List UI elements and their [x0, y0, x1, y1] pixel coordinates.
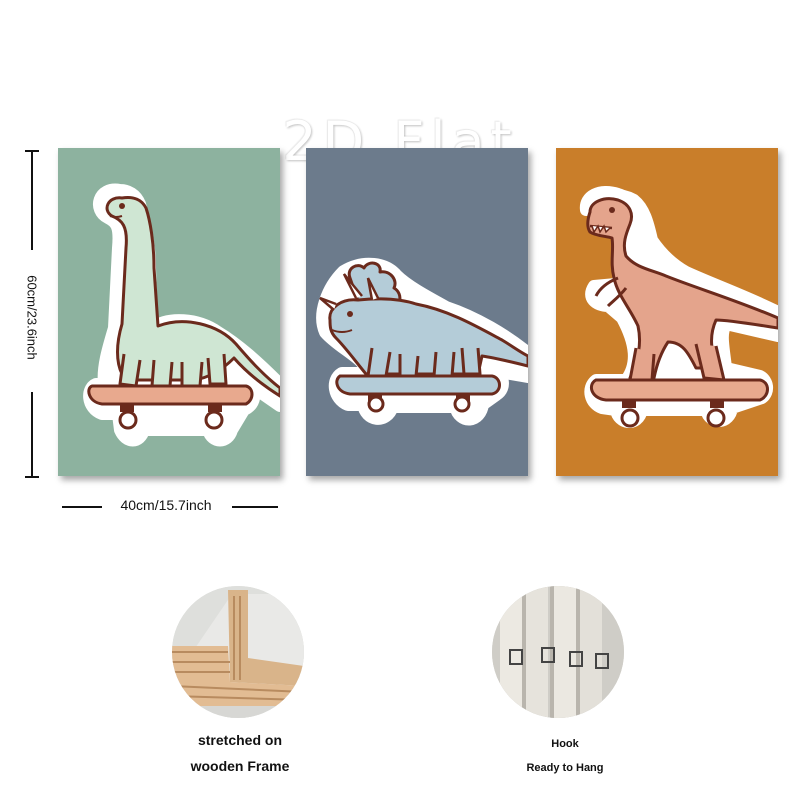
frame-caption-line1: stretched on	[197, 732, 282, 748]
frame-caption-line2: wooden Frame	[190, 758, 290, 774]
poster-panel-trex	[556, 148, 778, 476]
hook-caption-line2: Ready to Hang	[526, 762, 604, 774]
height-dimension-tick-top	[25, 150, 39, 152]
width-dimension-label: 40cm/15.7inch	[120, 497, 212, 513]
poster-panel-brachiosaurus	[58, 148, 280, 476]
trex-skateboard-illustration	[579, 186, 778, 428]
wooden-frame-corner-icon	[172, 586, 304, 718]
height-dimension-line-top	[31, 150, 33, 250]
height-dimension-tick-bottom	[25, 476, 39, 478]
triceratops-skateboard-illustration	[316, 257, 528, 426]
wooden-frame-detail-photo	[172, 586, 304, 718]
brachiosaurus-skateboard-illustration	[83, 183, 280, 447]
hanging-hook-icon	[492, 586, 624, 718]
poster-panel-triceratops	[306, 148, 528, 476]
height-dimension-line-bottom	[31, 392, 33, 478]
width-dimension-line-right	[232, 506, 278, 508]
hook-detail-photo	[492, 586, 624, 718]
height-dimension-label: 60cm/23.6inch	[24, 275, 40, 360]
hook-caption-line1: Hook	[551, 738, 579, 750]
height-dimension: 60cm/23.6inch	[4, 250, 60, 390]
